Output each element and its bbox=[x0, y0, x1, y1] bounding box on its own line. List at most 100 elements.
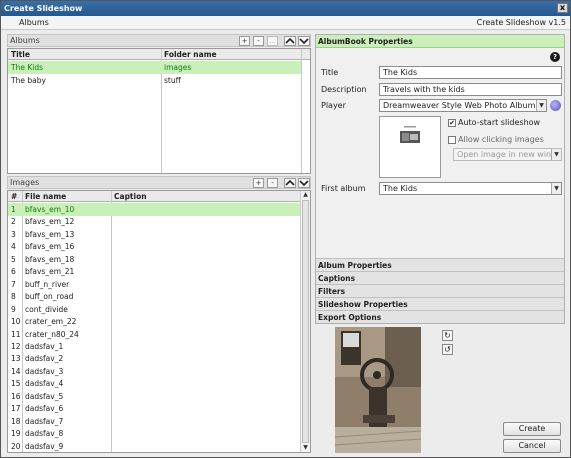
table-row[interactable]: 20 dadsfav_9 bbox=[8, 440, 301, 452]
add-image-button[interactable]: + bbox=[253, 178, 264, 188]
image-file-cell: dadsfav_1 bbox=[25, 341, 64, 351]
column-number[interactable]: # bbox=[11, 192, 17, 201]
cancel-button[interactable]: Cancel bbox=[503, 439, 561, 453]
chevron-down-icon bbox=[299, 38, 309, 45]
table-row[interactable]: 11 crater_n80_24 bbox=[8, 328, 301, 341]
image-file-cell: dadsfav_3 bbox=[25, 366, 64, 376]
chevron-up-icon bbox=[285, 37, 295, 44]
menu-albums[interactable]: Albums bbox=[19, 18, 49, 27]
player-thumbnail-image bbox=[380, 117, 440, 177]
description-input[interactable]: Travels with the kids bbox=[379, 83, 562, 96]
chevron-down-icon[interactable]: ▼ bbox=[551, 149, 561, 160]
first-album-select[interactable]: The Kids ▼ bbox=[379, 182, 562, 195]
column-file-name[interactable]: File name bbox=[25, 192, 66, 201]
albums-title: Albums bbox=[10, 36, 40, 45]
chevron-down-icon[interactable]: ▼ bbox=[536, 100, 546, 111]
table-row[interactable]: The Kids images bbox=[8, 61, 301, 74]
create-button[interactable]: Create bbox=[503, 422, 561, 436]
image-number-cell: 10 bbox=[11, 317, 21, 327]
column-title[interactable]: Title bbox=[11, 50, 30, 59]
table-row[interactable]: 17 dadsfav_6 bbox=[8, 402, 301, 415]
scroll-down-icon[interactable]: ▼ bbox=[301, 444, 310, 452]
table-row[interactable]: 15 dadsfav_4 bbox=[8, 377, 301, 390]
accordion-export-options[interactable]: Export Options bbox=[316, 310, 564, 323]
chevron-down-icon[interactable]: ▼ bbox=[551, 183, 561, 194]
menu-bar: Albums Create Slideshow v1.5 bbox=[1, 16, 570, 30]
move-image-down-button[interactable] bbox=[298, 178, 310, 188]
accordion-album-properties[interactable]: Album Properties bbox=[316, 258, 564, 271]
title-input[interactable]: The Kids bbox=[379, 66, 562, 79]
table-row[interactable]: 13 dadsfav_2 bbox=[8, 352, 301, 365]
help-icon[interactable]: ? bbox=[550, 52, 560, 62]
window-title: Create Slideshow bbox=[4, 4, 83, 13]
album-options-button[interactable]: ... bbox=[267, 36, 278, 46]
first-album-select-value: The Kids bbox=[383, 184, 418, 193]
accordion-captions[interactable]: Captions bbox=[316, 271, 564, 284]
open-mode-select[interactable]: Open image in new window ▼ bbox=[453, 148, 562, 161]
column-folder-name[interactable]: Folder name bbox=[164, 50, 217, 59]
table-row[interactable]: 10 crater_em_22 bbox=[8, 315, 301, 328]
images-title: Images bbox=[10, 178, 40, 187]
rotate-counterclockwise-icon[interactable]: ↺ bbox=[442, 344, 453, 355]
image-file-cell: bfavs_em_16 bbox=[25, 242, 75, 252]
table-row[interactable]: 12 dadsfav_1 bbox=[8, 340, 301, 353]
images-table: # File name Caption 1 bfavs_em_10 2 bfavs_e… bbox=[7, 190, 311, 453]
move-album-up-button[interactable] bbox=[284, 36, 296, 46]
allow-clicking-label: Allow clicking images bbox=[458, 135, 544, 144]
player-preview-icon[interactable] bbox=[550, 100, 561, 111]
table-row[interactable]: 14 dadsfav_3 bbox=[8, 365, 301, 378]
scroll-thumb[interactable] bbox=[302, 200, 309, 443]
album-folder-cell: images bbox=[164, 63, 192, 72]
image-file-cell: dadsfav_9 bbox=[25, 441, 64, 451]
table-row[interactable]: 19 dadsfav_8 bbox=[8, 427, 301, 440]
image-number-cell: 20 bbox=[11, 441, 21, 451]
images-scrollbar[interactable]: ▲ ▼ bbox=[300, 191, 310, 452]
image-file-cell: bfavs_em_21 bbox=[25, 267, 75, 277]
image-file-cell: dadsfav_7 bbox=[25, 416, 64, 426]
chevron-down-icon bbox=[299, 180, 309, 187]
image-number-cell: 1 bbox=[11, 205, 16, 214]
player-select-value: Dreamweaver Style Web Photo Album (Flash… bbox=[383, 101, 547, 110]
table-row[interactable]: 8 buff_on_road bbox=[8, 290, 301, 303]
properties-panel: AlbumBook Properties ? Title The Kids De… bbox=[315, 34, 565, 324]
image-number-cell: 9 bbox=[11, 304, 16, 314]
autostart-checkbox[interactable]: ✔ bbox=[448, 119, 456, 127]
image-number-cell: 11 bbox=[11, 329, 21, 339]
accordion-filters[interactable]: Filters bbox=[316, 284, 564, 297]
table-row[interactable]: 7 buff_n_river bbox=[8, 278, 301, 291]
move-image-up-button[interactable] bbox=[284, 178, 296, 188]
remove-album-button[interactable]: - bbox=[253, 36, 264, 46]
column-caption[interactable]: Caption bbox=[114, 192, 147, 201]
image-number-cell: 3 bbox=[11, 229, 16, 239]
table-row[interactable]: 4 bfavs_em_16 bbox=[8, 240, 301, 253]
image-file-cell: cont_divide bbox=[25, 304, 68, 314]
image-file-cell: dadsfav_5 bbox=[25, 391, 64, 401]
image-file-cell: bfavs_em_18 bbox=[25, 254, 75, 264]
player-select[interactable]: Dreamweaver Style Web Photo Album (Flash… bbox=[379, 99, 547, 112]
table-row[interactable]: 16 dadsfav_5 bbox=[8, 390, 301, 403]
table-row[interactable]: 18 dadsfav_7 bbox=[8, 415, 301, 428]
table-row[interactable]: 2 bfavs_em_12 bbox=[8, 215, 301, 228]
move-album-down-button[interactable] bbox=[298, 36, 310, 46]
image-file-cell: dadsfav_8 bbox=[25, 429, 64, 439]
albums-header: Albums + - ... bbox=[7, 34, 311, 47]
image-number-cell: 19 bbox=[11, 429, 21, 439]
table-row[interactable]: The baby stuff bbox=[8, 74, 301, 87]
allow-clicking-checkbox[interactable] bbox=[448, 136, 456, 144]
add-album-button[interactable]: + bbox=[239, 36, 250, 46]
table-row[interactable]: 1 bfavs_em_10 bbox=[8, 203, 301, 216]
table-row[interactable]: 5 bfavs_em_18 bbox=[8, 253, 301, 266]
image-number-cell: 18 bbox=[11, 416, 21, 426]
scroll-up-icon[interactable]: ▲ bbox=[301, 191, 310, 199]
rotate-clockwise-icon[interactable]: ↻ bbox=[442, 330, 453, 341]
table-row[interactable]: 6 bfavs_em_21 bbox=[8, 265, 301, 278]
remove-image-button[interactable]: - bbox=[267, 178, 278, 188]
image-file-cell: bfavs_em_13 bbox=[25, 229, 75, 239]
table-row[interactable]: 3 bfavs_em_13 bbox=[8, 228, 301, 241]
table-row[interactable]: 9 cont_divide bbox=[8, 303, 301, 316]
accordion-slideshow-properties[interactable]: Slideshow Properties bbox=[316, 297, 564, 310]
albums-table-header: Title Folder name bbox=[8, 49, 310, 60]
close-icon[interactable]: x bbox=[557, 3, 568, 13]
image-number-cell: 17 bbox=[11, 404, 21, 414]
image-number-cell: 12 bbox=[11, 341, 21, 351]
